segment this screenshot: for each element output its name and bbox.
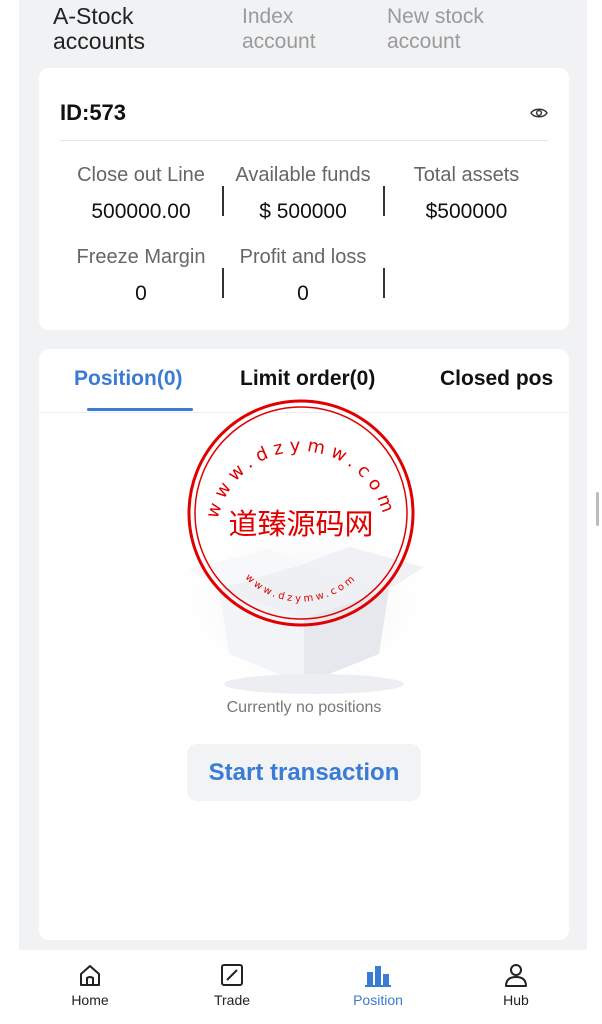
nav-label: Hub [503, 992, 529, 1008]
svg-text:www.dzymw.com: www.dzymw.com [243, 572, 359, 605]
tab-closed-positions[interactable]: Closed pos [440, 367, 553, 391]
nav-label: Home [71, 992, 109, 1008]
account-summary-card: ID:573 Close out Line 500000.00 Availabl… [39, 68, 569, 330]
stat-value: 0 [297, 282, 309, 305]
divider [383, 268, 385, 298]
tab-a-stock-accounts[interactable]: A-Stock accounts [53, 4, 203, 54]
watermark-center-text: 道臻源码网 [228, 507, 373, 541]
stat-close-out-line: Close out Line 500000.00 [69, 164, 213, 224]
nav-home[interactable]: Home [45, 962, 135, 1008]
stat-label: Profit and loss [239, 246, 367, 268]
watermark-ring-bottom: www.dzymw.com [243, 572, 356, 605]
stat-freeze-margin: Freeze Margin 0 [69, 246, 213, 306]
empty-state-message: Currently no positions [226, 699, 382, 716]
tab-index-account[interactable]: Index account [242, 4, 352, 54]
nav-hub[interactable]: Hub [471, 962, 561, 1008]
nav-label: Trade [213, 992, 251, 1008]
stat-label: Available funds [235, 164, 371, 186]
active-tab-indicator [87, 408, 193, 411]
watermark-stamp: www.dzymw.com www.dzymw.com 道臻源码网 [187, 399, 415, 627]
stat-value: 0 [135, 282, 147, 305]
stat-label: Total assets [413, 164, 520, 186]
stat-available-funds: Available funds $ 500000 [227, 164, 379, 224]
stat-total-assets: Total assets $500000 [399, 164, 534, 224]
account-id: ID:573 [60, 100, 127, 125]
divider [383, 186, 385, 216]
stat-value: $500000 [425, 200, 508, 223]
position-icon [365, 966, 391, 987]
user-icon [505, 964, 527, 987]
nav-trade[interactable]: Trade [187, 962, 277, 1008]
bottom-navigation: Home Trade Position Hub [19, 950, 587, 1024]
home-icon [80, 965, 100, 986]
tab-new-stock-account[interactable]: New stock account [387, 4, 547, 54]
stat-label: Freeze Margin [76, 246, 206, 268]
nav-position[interactable]: Position [333, 962, 423, 1008]
stat-profit-and-loss: Profit and loss 0 [227, 246, 379, 306]
tab-position[interactable]: Position(0) [74, 367, 183, 391]
start-transaction-button[interactable]: Start transaction [187, 744, 421, 801]
app-screen: A-Stock accounts Index account New stock… [19, 0, 587, 1024]
stat-value: 500000.00 [91, 200, 191, 223]
eye-icon[interactable] [530, 106, 548, 120]
account-id-row: ID:573 [60, 68, 548, 141]
scrollbar[interactable] [596, 492, 599, 526]
nav-label: Position [353, 992, 403, 1008]
tab-limit-order[interactable]: Limit order(0) [240, 367, 375, 391]
divider [222, 268, 224, 298]
stat-label: Close out Line [77, 164, 205, 186]
divider [222, 186, 224, 216]
account-type-tabs: A-Stock accounts Index account New stock… [19, 0, 587, 68]
stat-value: $ 500000 [259, 200, 347, 223]
trade-icon [221, 964, 243, 986]
